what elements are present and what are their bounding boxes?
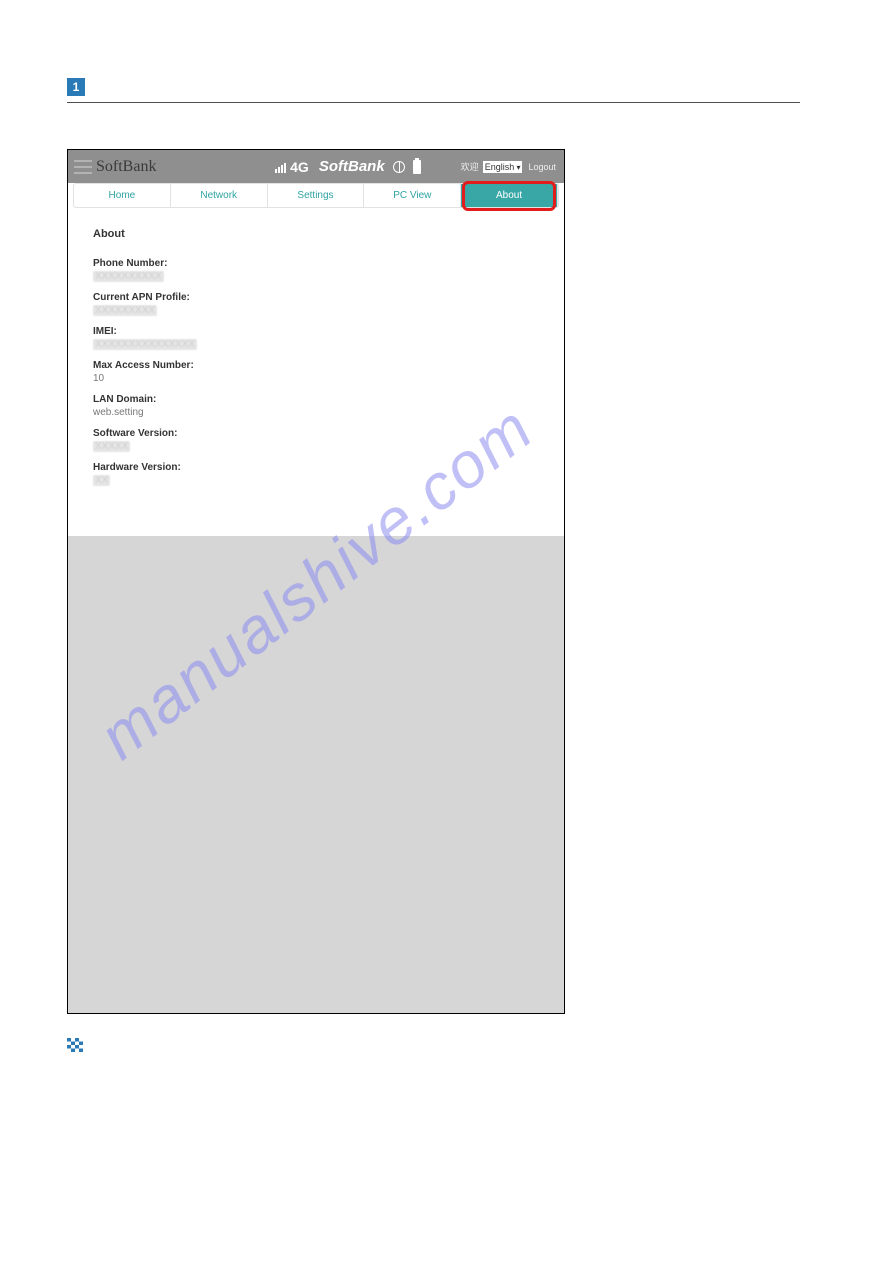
- lan-domain-value: web.setting: [93, 407, 539, 418]
- brand-left-label: SoftBank: [96, 158, 156, 176]
- software-version-label: Software Version:: [93, 428, 539, 439]
- imei-value: XXXXXXXXXXXXXXX: [93, 339, 197, 350]
- about-card: About Phone Number: XXXXXXXXXX Current A…: [73, 218, 559, 536]
- menu-icon[interactable]: [74, 160, 92, 174]
- tab-about[interactable]: About: [461, 184, 558, 207]
- battery-icon: [413, 160, 421, 174]
- imei-label: IMEI:: [93, 326, 539, 337]
- apn-profile-value: XXXXXXXXX: [93, 305, 157, 316]
- tab-network[interactable]: Network: [171, 184, 268, 207]
- apn-profile-label: Current APN Profile:: [93, 292, 539, 303]
- device-top-bar: SoftBank 4G SoftBank 欢迎 English Logout: [68, 150, 564, 183]
- network-type-label: 4G: [290, 159, 309, 175]
- tab-bar: Home Network Settings PC View About: [73, 183, 559, 208]
- logout-link[interactable]: Logout: [528, 162, 556, 172]
- card-title: About: [93, 228, 539, 240]
- signal-icon: [275, 161, 286, 173]
- phone-number-value: XXXXXXXXXX: [93, 271, 164, 282]
- max-access-value: 10: [93, 373, 539, 384]
- greeting-label: 欢迎: [461, 160, 479, 173]
- tab-settings[interactable]: Settings: [268, 184, 365, 207]
- phone-number-label: Phone Number:: [93, 258, 539, 269]
- screenshot-frame: manualshive.com SoftBank 4G SoftBank 欢迎 …: [67, 149, 565, 1014]
- max-access-label: Max Access Number:: [93, 360, 539, 371]
- tab-pcview[interactable]: PC View: [364, 184, 461, 207]
- tab-home[interactable]: Home: [74, 184, 171, 207]
- hardware-version-value: XX: [93, 475, 110, 486]
- language-select[interactable]: English: [483, 161, 523, 173]
- step-number-badge: 1: [67, 78, 85, 96]
- software-version-value: XXXXX: [93, 441, 130, 452]
- empty-area: [68, 536, 564, 1014]
- divider: [67, 102, 800, 103]
- brand-center-label: SoftBank: [319, 158, 385, 175]
- finish-flag-icon: [67, 1038, 83, 1052]
- hardware-version-label: Hardware Version:: [93, 462, 539, 473]
- globe-icon: [393, 161, 405, 173]
- lan-domain-label: LAN Domain:: [93, 394, 539, 405]
